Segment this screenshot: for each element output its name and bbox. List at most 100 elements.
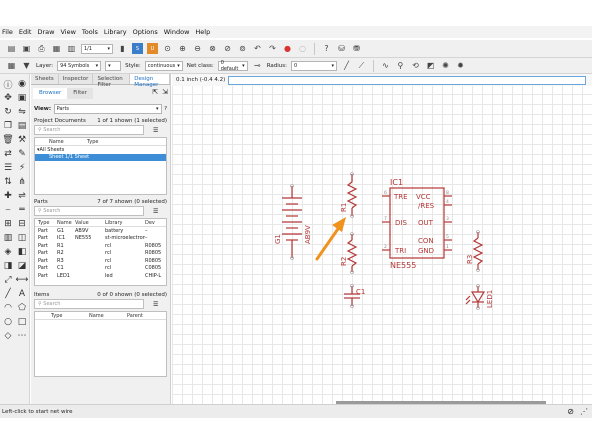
junction-icon[interactable]: ⊞ (1, 217, 15, 231)
table-row[interactable]: Part G1 AB9V battery – (35, 227, 166, 235)
bus-icon[interactable]: ═ (15, 203, 29, 217)
view-select[interactable]: Parts ▾ (53, 103, 162, 114)
search-icon[interactable]: ⚲ (395, 60, 406, 71)
resistor-r3[interactable] (472, 232, 484, 270)
more-icon[interactable]: ⋯ (15, 329, 29, 343)
help-icon[interactable]: ? (321, 43, 332, 54)
menu-window[interactable]: Window (164, 28, 190, 36)
name-icon[interactable]: ✎ (15, 147, 29, 161)
redo-icon[interactable]: ↷ (267, 43, 278, 54)
column-header[interactable]: Name (57, 220, 75, 226)
list-options-icon[interactable]: ☰ (153, 301, 158, 308)
menu-edit[interactable]: Edit (19, 28, 32, 36)
menu-view[interactable]: View (60, 28, 75, 36)
column-header[interactable]: Dev (145, 220, 155, 226)
use-icon[interactable]: ▮ (117, 43, 128, 54)
style-select[interactable]: continuous ▾ (144, 60, 183, 71)
column-header[interactable]: Value (75, 220, 105, 226)
parts-search[interactable]: ⚲ Search (34, 206, 144, 216)
zoom-last-icon[interactable]: ⊘ (222, 43, 233, 54)
line-icon[interactable]: ╱ (1, 287, 15, 301)
netclass-select[interactable]: 0 default ▾ (217, 60, 248, 72)
eye-icon[interactable]: ◉ (15, 77, 29, 91)
list-item-selected[interactable]: Sheet 1/1 Sheet (35, 153, 166, 161)
label-icon[interactable]: ⊟ (15, 217, 29, 231)
move-icon[interactable]: ✥ (1, 91, 15, 105)
script-icon[interactable]: S (132, 43, 143, 54)
sun-icon[interactable]: ✺ (440, 60, 451, 71)
table-row[interactable]: Part C1 rcl C0805 (35, 265, 166, 273)
line-style-2-icon[interactable]: ⟋ (356, 60, 367, 71)
smash-icon[interactable]: ⚡ (15, 161, 29, 175)
tab-inspector[interactable]: Inspector (58, 74, 94, 84)
command-input[interactable] (228, 75, 586, 85)
fill-icon[interactable]: ◩ (425, 60, 436, 71)
table-row[interactable]: Part LED1 led CHIP-L (35, 272, 166, 280)
layer-select[interactable]: 94 Symbols ▾ (57, 60, 102, 71)
redraw-icon[interactable]: ⊚ (237, 43, 248, 54)
measure-icon[interactable]: ⤢ (1, 273, 15, 287)
zoom-select-icon[interactable]: ⊗ (207, 43, 218, 54)
list-item[interactable]: ▾ All Sheets (35, 146, 166, 154)
value-icon[interactable]: ☰ (1, 161, 15, 175)
tab-filter[interactable]: Filter (67, 88, 93, 99)
column-header[interactable]: Type (87, 139, 98, 145)
led-symbol[interactable] (465, 286, 486, 308)
copy-icon[interactable]: ❐ (1, 119, 15, 133)
menu-file[interactable]: File (2, 28, 13, 36)
sheet-select[interactable]: 1/1 ▾ (81, 43, 113, 54)
arc-icon[interactable]: ◠ (1, 301, 15, 315)
table-row[interactable]: Part IC1 NE555 st-microelectronics– (35, 235, 166, 243)
net-icon[interactable]: ⎯ (1, 203, 15, 217)
split-icon[interactable]: ⋔ (15, 175, 29, 189)
replace-icon[interactable]: ⇄ (1, 147, 15, 161)
delete-icon[interactable]: 🗑 (1, 133, 15, 147)
list-options-icon[interactable]: ☰ (153, 127, 158, 134)
column-header[interactable]: Type (35, 313, 75, 319)
tab-selection-filter[interactable]: Selection Filter (93, 74, 131, 88)
tag-icon[interactable]: ◈ (1, 245, 15, 259)
frame-icon[interactable]: ◫ (15, 231, 29, 245)
menu-library[interactable]: Library (104, 28, 127, 36)
tab-design-manager[interactable]: Design Manager (130, 74, 170, 88)
errors-icon[interactable]: ◪ (15, 259, 29, 273)
pointer-icon[interactable]: ⇱ (152, 88, 158, 99)
column-header[interactable]: Library (105, 220, 145, 226)
line-style-1-icon[interactable]: ╱ (341, 60, 352, 71)
zoom-fit-icon[interactable]: ⊙ (162, 43, 173, 54)
zoom-in-icon[interactable]: ⊕ (177, 43, 188, 54)
wire-bend-icon[interactable]: ⊸ (252, 60, 263, 71)
pin-swap-icon[interactable]: ⇌ (15, 189, 29, 203)
attribute-icon[interactable]: ▥ (1, 231, 15, 245)
info-icon[interactable]: ⓘ (1, 77, 15, 91)
go-icon[interactable]: ○ (297, 43, 308, 54)
resistor-r1[interactable] (346, 174, 358, 216)
open-icon[interactable]: ▤ (6, 43, 17, 54)
grid-icon[interactable]: ▦ (6, 60, 17, 71)
list-options-icon[interactable]: ☰ (153, 208, 158, 215)
erc-icon[interactable]: ◧ (15, 245, 29, 259)
gate-swap-icon[interactable]: ⇅ (1, 175, 15, 189)
sine-icon[interactable]: ∿ (380, 60, 391, 71)
dimension-icon[interactable]: ⟷ (15, 273, 29, 287)
table-row[interactable]: Part R2 rcl R0805 (35, 250, 166, 258)
design-blocks-icon[interactable]: ⛃ (351, 43, 362, 54)
tab-browser[interactable]: Browser (33, 88, 68, 99)
group-icon[interactable]: ▣ (15, 91, 29, 105)
stop-icon[interactable]: ● (282, 43, 293, 54)
print-icon[interactable]: ⎙ (36, 43, 47, 54)
menu-draw[interactable]: Draw (37, 28, 54, 36)
circle-icon[interactable]: ○ (1, 315, 15, 329)
items-search[interactable]: ⚲ Search (34, 299, 144, 309)
color-select[interactable]: ▾ (105, 60, 122, 71)
save-icon[interactable]: ▣ (21, 43, 32, 54)
layer-icon[interactable]: ▼ (21, 60, 32, 71)
pin-icon[interactable]: ⇲ (162, 88, 168, 99)
paste-icon[interactable]: ▤ (15, 119, 29, 133)
tab-sheets[interactable]: Sheets (31, 74, 59, 84)
zoom-out-icon[interactable]: ⊖ (192, 43, 203, 54)
menu-options[interactable]: Options (133, 28, 158, 36)
table-row[interactable]: Part R1 rcl R0805 (35, 242, 166, 250)
rectangle-icon[interactable]: □ (15, 315, 29, 329)
schematic-canvas[interactable]: G1 AB9V R1 R2 C1 R3 LED1 IC1 NE555 TRE V… (172, 74, 592, 404)
